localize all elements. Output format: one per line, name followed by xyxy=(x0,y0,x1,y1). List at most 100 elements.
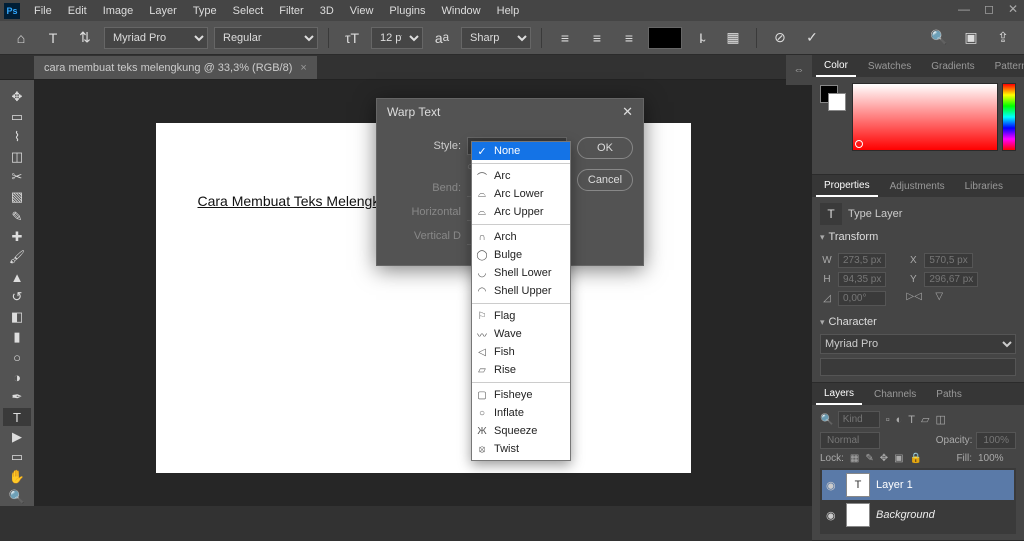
menu-type[interactable]: Type xyxy=(185,0,225,21)
align-right-icon[interactable]: ≡ xyxy=(616,25,642,51)
layer-name[interactable]: Layer 1 xyxy=(876,479,913,491)
tool-preset-icon[interactable]: T xyxy=(40,25,66,51)
lock-image-icon[interactable]: ✎ xyxy=(865,453,873,464)
filter-adjust-icon[interactable]: ◐ xyxy=(896,414,903,426)
filter-pixel-icon[interactable]: ▫ xyxy=(886,414,890,426)
tab-layers[interactable]: Layers xyxy=(816,384,862,405)
tab-close-icon[interactable]: × xyxy=(300,62,306,74)
marquee-tool[interactable]: ▭ xyxy=(3,108,31,126)
dodge-tool[interactable]: ◑ xyxy=(3,368,31,386)
menu-window[interactable]: Window xyxy=(434,0,489,21)
search-icon[interactable]: 🔍 xyxy=(926,25,952,51)
layer-row[interactable]: ◉ T Layer 1 xyxy=(822,470,1014,500)
lock-pos-icon[interactable]: ✥ xyxy=(880,453,888,464)
align-left-icon[interactable]: ≡ xyxy=(552,25,578,51)
hue-slider[interactable] xyxy=(1002,83,1016,151)
style-option-arc-upper[interactable]: ⌓Arc Upper xyxy=(472,203,570,221)
menu-help[interactable]: Help xyxy=(489,0,528,21)
align-center-icon[interactable]: ≡ xyxy=(584,25,610,51)
object-select-tool[interactable]: ◫ xyxy=(3,148,31,166)
x-value[interactable]: 570,5 px xyxy=(924,253,972,268)
canvas-text-layer[interactable]: Cara Membuat Teks Melengkung xyxy=(198,193,403,209)
healing-tool[interactable]: ✚ xyxy=(3,228,31,246)
char-style-select[interactable] xyxy=(820,358,1016,376)
workspace-icon[interactable]: ▣ xyxy=(958,25,984,51)
blur-tool[interactable]: ○ xyxy=(3,348,31,366)
menu-layer[interactable]: Layer xyxy=(141,0,185,21)
transform-section[interactable]: Transform xyxy=(820,231,1016,243)
close-icon[interactable]: ✕ xyxy=(1008,2,1018,16)
orientation-icon[interactable]: ⇅ xyxy=(72,25,98,51)
crop-tool[interactable]: ✂ xyxy=(3,168,31,186)
font-family-select[interactable]: Myriad Pro xyxy=(104,27,208,49)
style-option-shell-lower[interactable]: ◡Shell Lower xyxy=(472,264,570,282)
dock-collapse-icon[interactable]: ⇔ xyxy=(786,55,812,85)
visibility-icon[interactable]: ◉ xyxy=(826,509,840,522)
share-icon[interactable]: ⇪ xyxy=(990,25,1016,51)
character-panel-icon[interactable]: ▦ xyxy=(720,25,746,51)
visibility-icon[interactable]: ◉ xyxy=(826,479,840,492)
style-option-inflate[interactable]: ○Inflate xyxy=(472,404,570,422)
tab-libraries[interactable]: Libraries xyxy=(957,177,1011,196)
menu-plugins[interactable]: Plugins xyxy=(381,0,433,21)
stamp-tool[interactable]: ▲ xyxy=(3,268,31,286)
lock-nest-icon[interactable]: ▣ xyxy=(894,453,903,464)
text-color-swatch[interactable] xyxy=(648,27,682,49)
tab-color[interactable]: Color xyxy=(816,56,856,77)
style-option-flag[interactable]: ⚐Flag xyxy=(472,307,570,325)
menu-filter[interactable]: Filter xyxy=(271,0,311,21)
hand-tool[interactable]: ✋ xyxy=(3,468,31,486)
fg-bg-swatch[interactable] xyxy=(820,85,848,117)
opacity-value[interactable]: 100% xyxy=(976,432,1016,449)
pen-tool[interactable]: ✒ xyxy=(3,388,31,406)
style-option-none[interactable]: ✓None xyxy=(472,142,570,160)
style-option-shell-upper[interactable]: ◠Shell Upper xyxy=(472,282,570,300)
angle-value[interactable]: 0,00° xyxy=(838,291,886,306)
menu-file[interactable]: File xyxy=(26,0,60,21)
commit-icon[interactable]: ✓ xyxy=(799,25,825,51)
character-section[interactable]: Character xyxy=(820,316,1016,328)
color-field[interactable] xyxy=(852,83,998,151)
warp-text-icon[interactable]: I̴ xyxy=(688,25,714,51)
style-option-wave[interactable]: 〰Wave xyxy=(472,325,570,343)
history-brush-tool[interactable]: ↺ xyxy=(3,288,31,306)
cancel-button[interactable]: Cancel xyxy=(577,169,633,191)
restore-icon[interactable]: ◻ xyxy=(984,2,994,16)
style-option-arch[interactable]: ∩Arch xyxy=(472,228,570,246)
tab-gradients[interactable]: Gradients xyxy=(923,57,982,76)
style-option-squeeze[interactable]: ЖSqueeze xyxy=(472,422,570,440)
ok-button[interactable]: OK xyxy=(577,137,633,159)
h-value[interactable]: 94,35 px xyxy=(838,272,886,287)
menu-3d[interactable]: 3D xyxy=(312,0,342,21)
style-option-arc-lower[interactable]: ⌓Arc Lower xyxy=(472,185,570,203)
path-select-tool[interactable]: ▶ xyxy=(3,428,31,446)
style-option-arc[interactable]: ⌒Arc xyxy=(472,167,570,185)
style-option-fisheye[interactable]: ▢Fisheye xyxy=(472,386,570,404)
filter-shape-icon[interactable]: ▱ xyxy=(921,413,929,426)
style-option-bulge[interactable]: ◯Bulge xyxy=(472,246,570,264)
flip-v-icon[interactable]: ▽ xyxy=(935,291,943,302)
font-size-select[interactable]: 12 pt xyxy=(371,27,423,49)
home-icon[interactable]: ⌂ xyxy=(8,25,34,51)
layer-name[interactable]: Background xyxy=(876,509,935,521)
filter-smart-icon[interactable]: ◫ xyxy=(935,413,945,426)
layer-row[interactable]: ◉ Background xyxy=(822,500,1014,530)
antialias-select[interactable]: Sharp xyxy=(461,27,531,49)
w-value[interactable]: 273,5 px xyxy=(838,253,886,268)
lock-trans-icon[interactable]: ▦ xyxy=(850,453,859,464)
layer-search-input[interactable] xyxy=(838,411,880,428)
tab-channels[interactable]: Channels xyxy=(866,385,924,404)
char-font-select[interactable]: Myriad Pro xyxy=(820,334,1016,354)
style-option-fish[interactable]: ◁Fish xyxy=(472,343,570,361)
tab-paths[interactable]: Paths xyxy=(928,385,970,404)
tab-swatches[interactable]: Swatches xyxy=(860,57,919,76)
style-option-rise[interactable]: ▱Rise xyxy=(472,361,570,379)
menu-image[interactable]: Image xyxy=(95,0,142,21)
frame-tool[interactable]: ▧ xyxy=(3,188,31,206)
blend-mode-select[interactable]: Normal xyxy=(820,432,880,449)
style-option-twist[interactable]: ⦻Twist xyxy=(472,440,570,458)
y-value[interactable]: 296,67 px xyxy=(924,272,978,287)
tab-properties[interactable]: Properties xyxy=(816,176,878,197)
move-tool[interactable]: ✥ xyxy=(3,88,31,106)
dialog-close-icon[interactable]: ✕ xyxy=(622,104,633,120)
